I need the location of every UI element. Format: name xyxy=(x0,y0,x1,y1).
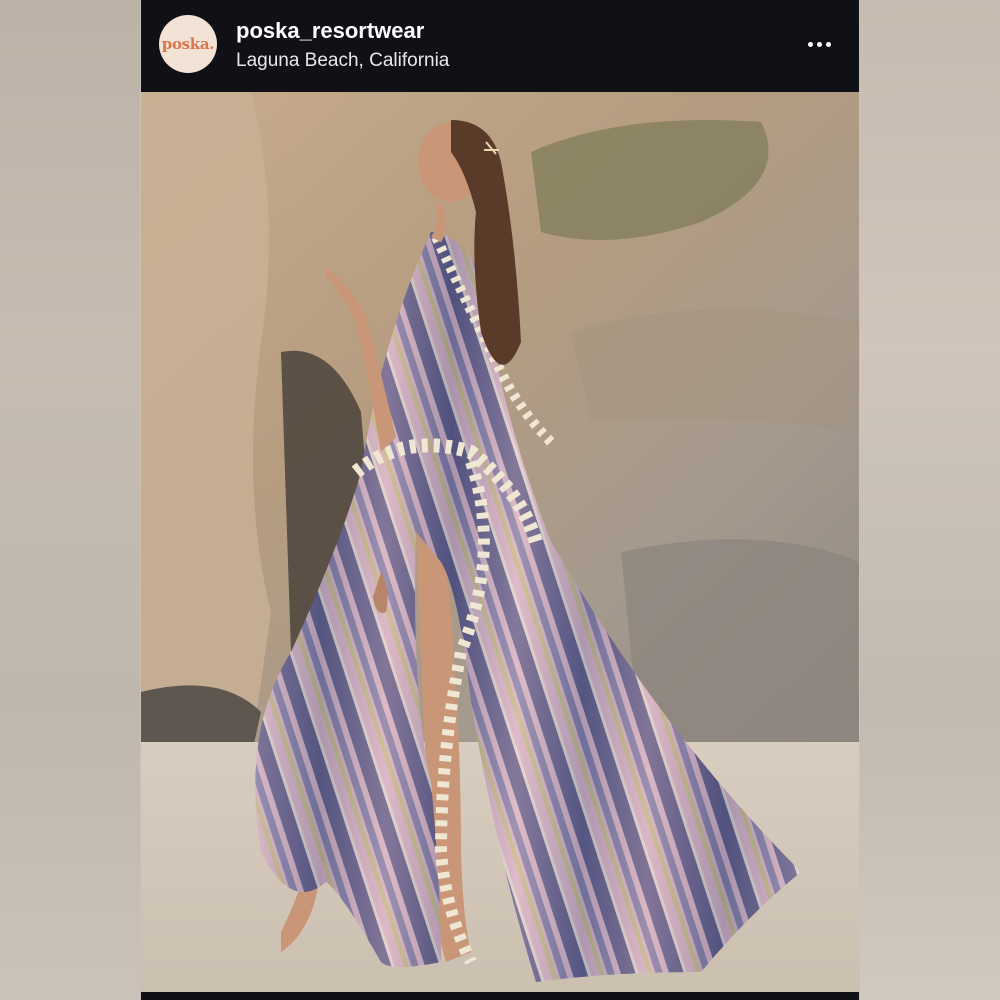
instagram-post: poska. poska_resortwear Laguna Beach, Ca… xyxy=(141,0,859,1000)
more-horizontal-icon xyxy=(807,41,813,47)
post-bottom-bar xyxy=(141,992,859,1000)
more-horizontal-icon-dot xyxy=(816,41,822,47)
more-options-button[interactable] xyxy=(801,30,837,58)
beach-photo-illustration xyxy=(141,92,859,992)
post-header: poska. poska_resortwear Laguna Beach, Ca… xyxy=(141,0,859,92)
avatar[interactable]: poska. xyxy=(159,15,217,73)
location-link[interactable]: Laguna Beach, California xyxy=(236,48,449,74)
more-horizontal-icon-dot xyxy=(825,41,831,47)
username-link[interactable]: poska_resortwear xyxy=(236,17,449,45)
avatar-logo-text: poska. xyxy=(161,35,215,53)
left-background-blur xyxy=(0,0,140,1000)
post-photo[interactable] xyxy=(141,92,859,992)
account-info: poska_resortwear Laguna Beach, Californi… xyxy=(236,17,449,74)
right-background-blur xyxy=(860,0,1000,1000)
